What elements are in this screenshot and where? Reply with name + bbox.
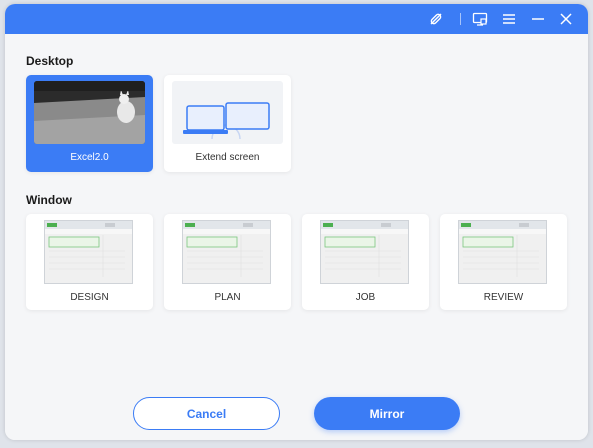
spreadsheet-thumbnail (458, 220, 547, 284)
cancel-button[interactable]: Cancel (133, 397, 280, 430)
spreadsheet-thumbnail (320, 220, 409, 284)
window-card-plan[interactable]: PLAN (164, 214, 291, 310)
window-section-title: Window (26, 193, 72, 207)
minimize-icon[interactable] (529, 10, 547, 28)
desktop-card-extend-screen[interactable]: Extend screen (164, 75, 291, 172)
title-bar (5, 4, 588, 34)
disconnect-icon[interactable] (427, 10, 445, 28)
desktop-section-title: Desktop (26, 54, 74, 68)
spreadsheet-thumbnail (44, 220, 133, 284)
mirror-button[interactable]: Mirror (314, 397, 460, 430)
desktop-preview-thumbnail (34, 81, 145, 144)
window-card-label: JOB (355, 292, 376, 303)
desktop-card-label: Extend screen (195, 152, 260, 163)
spreadsheet-thumbnail (182, 220, 271, 284)
menu-icon[interactable] (500, 10, 518, 28)
titlebar-divider (460, 13, 461, 25)
window-card-review[interactable]: REVIEW (440, 214, 567, 310)
main-content: Desktop Excel2.0 Extend screen Window DE… (5, 34, 588, 440)
window-card-job[interactable]: JOB (302, 214, 429, 310)
cast-screen-icon[interactable] (471, 10, 489, 28)
desktop-card-excel[interactable]: Excel2.0 (26, 75, 153, 172)
close-icon[interactable] (557, 10, 575, 28)
extend-screen-icon (172, 81, 283, 144)
window-card-label: DESIGN (70, 292, 109, 303)
window-card-label: REVIEW (483, 292, 524, 303)
window-card-design[interactable]: DESIGN (26, 214, 153, 310)
window-card-label: PLAN (214, 292, 241, 303)
app-window: Desktop Excel2.0 Extend screen Window DE… (5, 4, 588, 440)
desktop-card-label: Excel2.0 (70, 152, 109, 163)
